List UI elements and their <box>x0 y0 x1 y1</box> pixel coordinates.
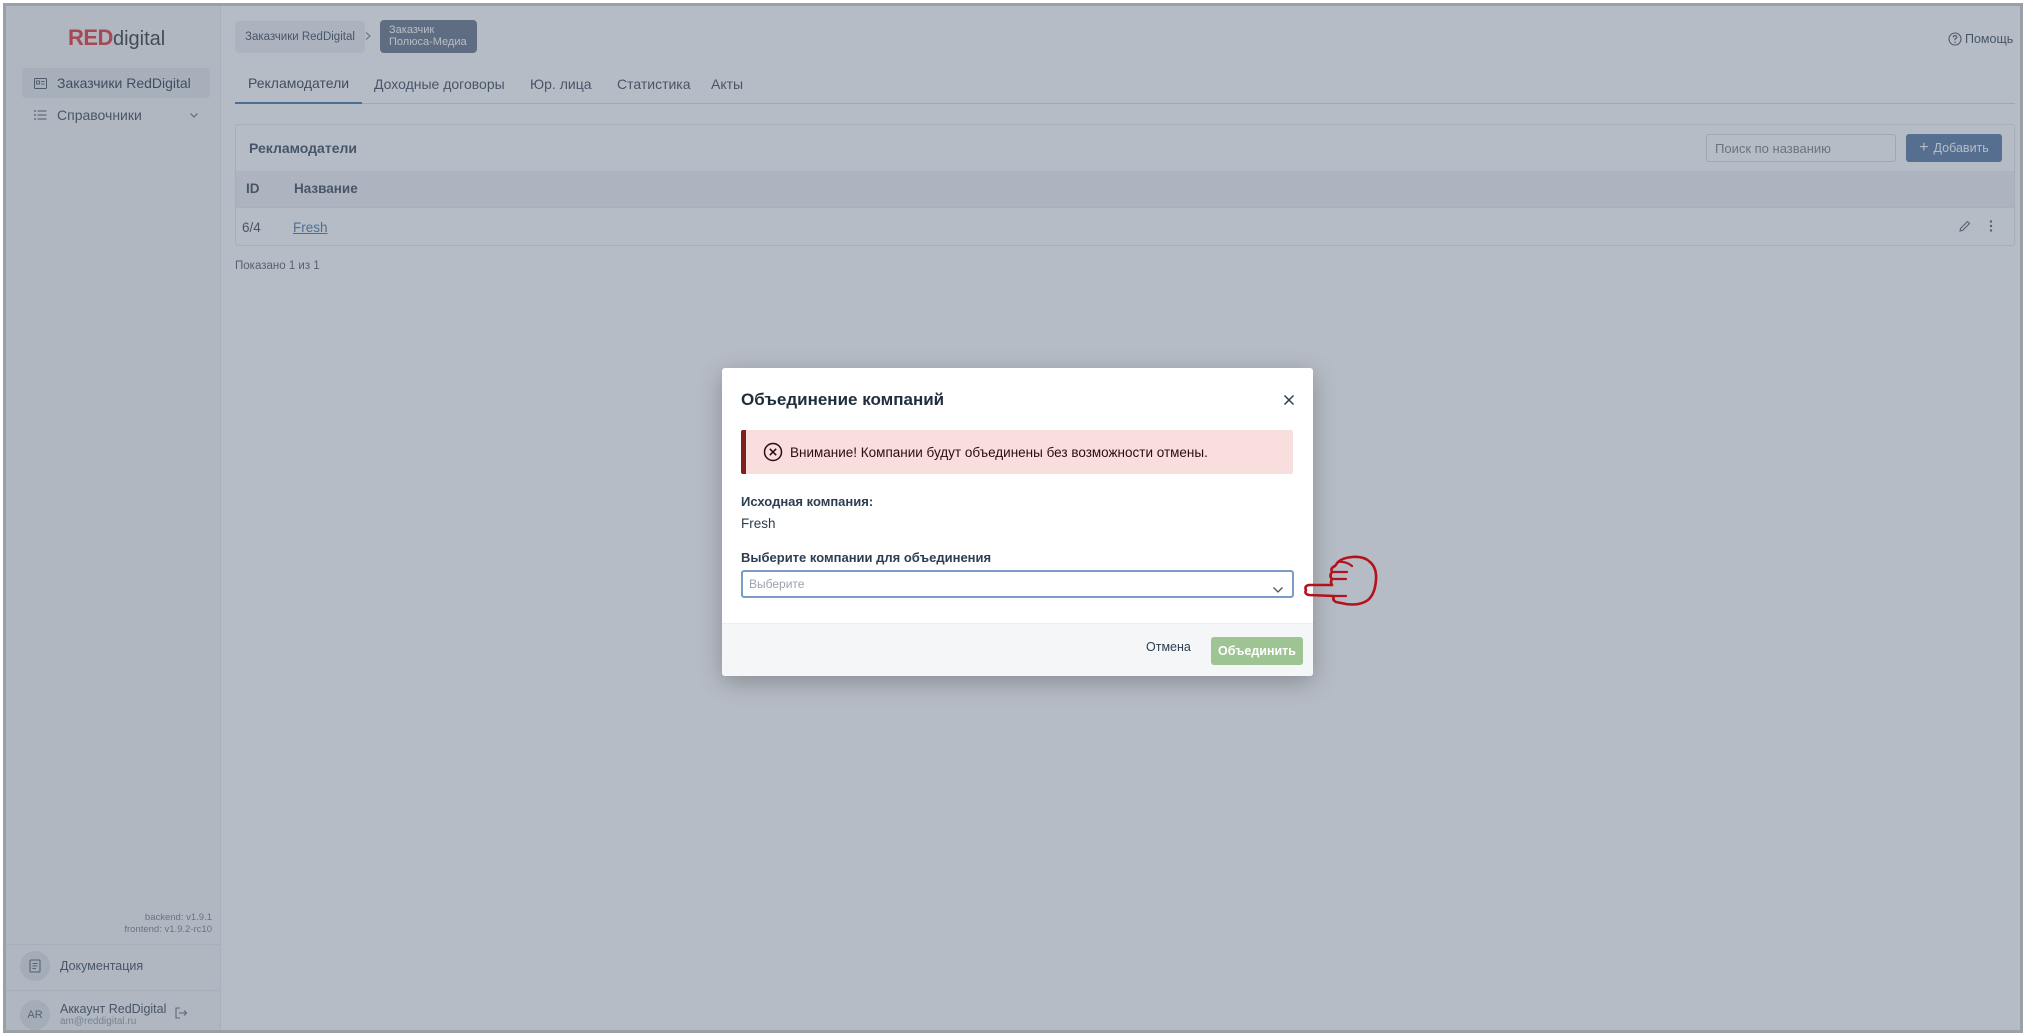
merge-button[interactable]: Объединить <box>1211 637 1303 665</box>
select-placeholder: Выберите <box>749 577 805 591</box>
dialog-footer: Отмена Объединить <box>722 623 1313 676</box>
error-circle-icon <box>763 442 783 462</box>
source-company-label: Исходная компания: <box>741 494 874 509</box>
close-icon[interactable] <box>1277 388 1301 412</box>
companies-select[interactable]: Выберите <box>741 570 1294 598</box>
source-company-value: Fresh <box>741 516 776 531</box>
chevron-down-icon <box>1272 579 1284 603</box>
cancel-button[interactable]: Отмена <box>1146 640 1191 654</box>
select-companies-label: Выберите компании для объединения <box>741 550 992 565</box>
alert-text: Внимание! Компании будут объединены без … <box>790 444 1208 460</box>
app-window: REDdigital Заказчики RedDigital Справочн… <box>3 3 2023 1033</box>
merge-companies-dialog: Объединение компаний Внимание! Компании … <box>722 368 1313 676</box>
warning-alert: Внимание! Компании будут объединены без … <box>741 430 1293 474</box>
dialog-title: Объединение компаний <box>741 390 945 409</box>
pointing-hand-icon <box>1302 552 1380 617</box>
